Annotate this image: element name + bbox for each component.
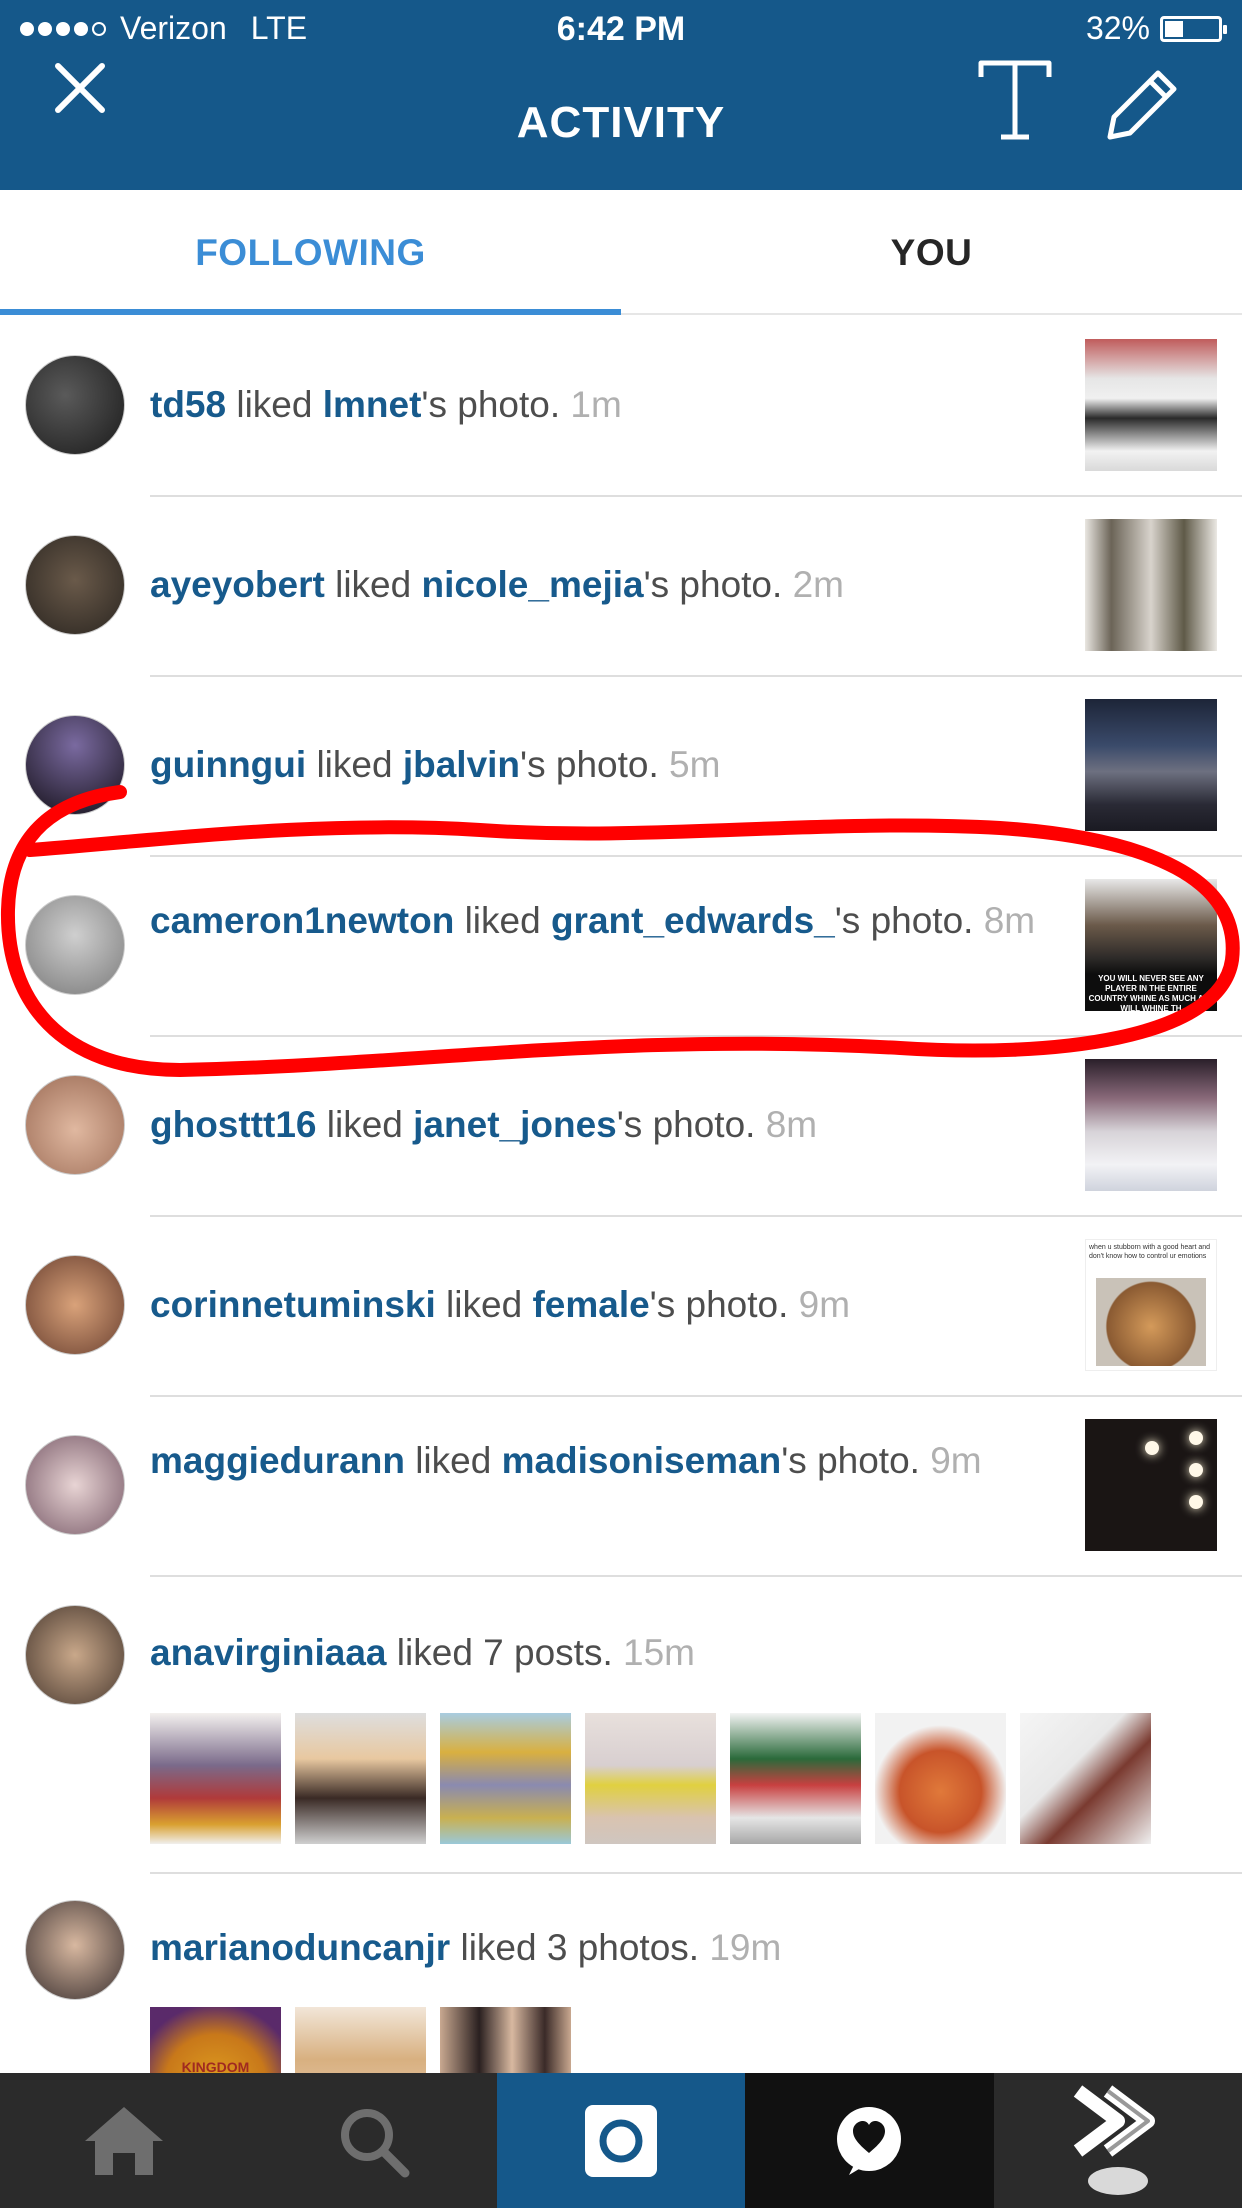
activity-heart-icon [837,2106,902,2175]
photo-thumbnail[interactable] [1085,1419,1217,1551]
target-link[interactable]: female [532,1284,649,1325]
username-link[interactable]: ghosttt16 [150,1104,317,1145]
list-item[interactable]: ghosttt16 liked janet_jones's photo. 8m [0,1037,1242,1217]
list-item[interactable]: maggiedurann liked madisoniseman's photo… [0,1397,1242,1577]
photo-thumbnail[interactable] [295,1713,426,1844]
photo-thumbnail[interactable] [440,1713,571,1844]
list-item[interactable]: cameron1newton liked grant_edwards_'s ph… [0,857,1242,1037]
nav-activity[interactable] [745,2073,994,2208]
photo-thumbnail[interactable] [1085,699,1217,831]
username-link[interactable]: cameron1newton [150,900,454,941]
pencil-icon [1107,70,1177,140]
photo-thumbnail[interactable] [730,1713,861,1844]
photo-thumbnail[interactable] [1085,339,1217,471]
activity-feed: td58 liked lmnet's photo. 1m ayeyobert l… [0,317,1242,2138]
timestamp: 1m [570,384,622,425]
timestamp: 5m [669,744,721,785]
avatar[interactable] [25,1075,125,1175]
photo-thumbnail[interactable] [1085,519,1217,651]
photo-thumbnail[interactable] [875,1713,1006,1844]
draw-tool-button[interactable] [1100,62,1185,147]
username-link[interactable]: anavirginiaaa [150,1632,387,1673]
timestamp: 9m [798,1284,851,1325]
avatar[interactable] [25,535,125,635]
avatar[interactable] [25,1605,125,1705]
activity-tabs: FOLLOWING YOU [0,190,1242,315]
nav-home[interactable] [0,2073,248,2208]
photo-thumbnail[interactable]: YOU WILL NEVER SEE ANY PLAYER IN THE ENT… [1085,879,1217,1011]
thumbnail-caption: when u stubborn with a good heart and do… [1089,1244,1211,1260]
avatar[interactable] [25,1435,125,1535]
page-title: ACTIVITY [516,98,726,147]
list-item[interactable]: ayeyobert liked nicole_mejia's photo. 2m [0,497,1242,677]
activity-text: guinngui liked jbalvin's photo. 5m [150,744,721,785]
target-link[interactable]: madisoniseman [502,1440,782,1481]
username-link[interactable]: guinngui [150,744,306,785]
nav-search[interactable] [248,2073,496,2208]
timestamp: 19m [709,1927,782,1968]
username-link[interactable]: corinnetuminski [150,1284,436,1325]
photo-thumbnail[interactable] [1085,1059,1217,1191]
activity-text: ghosttt16 liked janet_jones's photo. 8m [150,1104,818,1145]
avatar[interactable] [25,355,125,455]
top-bar: Verizon LTE 6:42 PM 32% ACTIVITY [0,0,1242,190]
activity-text: anavirginiaaa liked 7 posts. 15m [150,1632,696,1673]
target-link[interactable]: jbalvin [403,744,520,785]
username-link[interactable]: maggiedurann [150,1440,405,1481]
photo-thumbnail[interactable] [585,1713,716,1844]
home-icon [85,2106,164,2175]
search-icon [340,2108,410,2177]
avatar[interactable] [25,895,125,995]
photo-thumbnail[interactable] [1020,1713,1151,1844]
list-item[interactable]: td58 liked lmnet's photo. 1m [0,317,1242,497]
battery-icon [1160,15,1227,42]
tab-following[interactable]: FOLLOWING [0,190,621,315]
list-item[interactable]: guinngui liked jbalvin's photo. 5m [0,677,1242,857]
nav-profile[interactable] [994,2073,1242,2208]
username-link[interactable]: td58 [150,384,226,425]
activity-text: td58 liked lmnet's photo. 1m [150,384,622,425]
status-time: 6:42 PM [556,10,686,48]
nav-camera[interactable] [496,2073,746,2208]
photo-thumbnail[interactable] [150,1713,281,1844]
camera-icon [584,2104,657,2177]
profile-icon [1073,2084,1155,2195]
timestamp: 15m [623,1632,696,1673]
avatar[interactable] [25,715,125,815]
activity-text: cameron1newton liked grant_edwards_'s ph… [150,900,1036,941]
avatar[interactable] [25,1900,125,2000]
liked-posts-strip [150,1713,1151,1844]
list-item[interactable]: corinnetuminski liked female's photo. 9m… [0,1217,1242,1397]
photo-thumbnail[interactable]: when u stubborn with a good heart and do… [1085,1239,1217,1371]
avatar[interactable] [25,1255,125,1355]
battery-percent: 32% [1085,10,1150,46]
timestamp: 8m [983,900,1036,941]
text-tool-button[interactable] [975,55,1055,145]
tab-you[interactable]: YOU [621,190,1242,315]
username-link[interactable]: ayeyobert [150,564,325,605]
activity-text: ayeyobert liked nicole_mejia's photo. 2m [150,564,844,605]
thumbnail-caption: YOU WILL NEVER SEE ANY PLAYER IN THE ENT… [1088,974,1214,1011]
activity-text: maggiedurann liked madisoniseman's photo… [150,1440,982,1481]
timestamp: 2m [792,564,844,605]
target-link[interactable]: janet_jones [413,1104,617,1145]
status-battery: 32% [1085,10,1227,47]
target-link[interactable]: lmnet [323,384,422,425]
target-link[interactable]: grant_edwards_ [551,900,835,941]
timestamp: 8m [765,1104,818,1145]
list-item[interactable]: anavirginiaaa liked 7 posts. 15m [0,1577,1242,1874]
activity-text: corinnetuminski liked female's photo. 9m [150,1284,851,1325]
username-link[interactable]: marianoduncanjr [150,1927,450,1968]
target-link[interactable]: nicole_mejia [421,564,643,605]
active-tab-indicator [0,309,621,315]
timestamp: 9m [930,1440,982,1481]
bottom-nav [0,2073,1242,2208]
activity-text: marianoduncanjr liked 3 photos. 19m [150,1927,782,1968]
text-T-icon [978,60,1052,140]
